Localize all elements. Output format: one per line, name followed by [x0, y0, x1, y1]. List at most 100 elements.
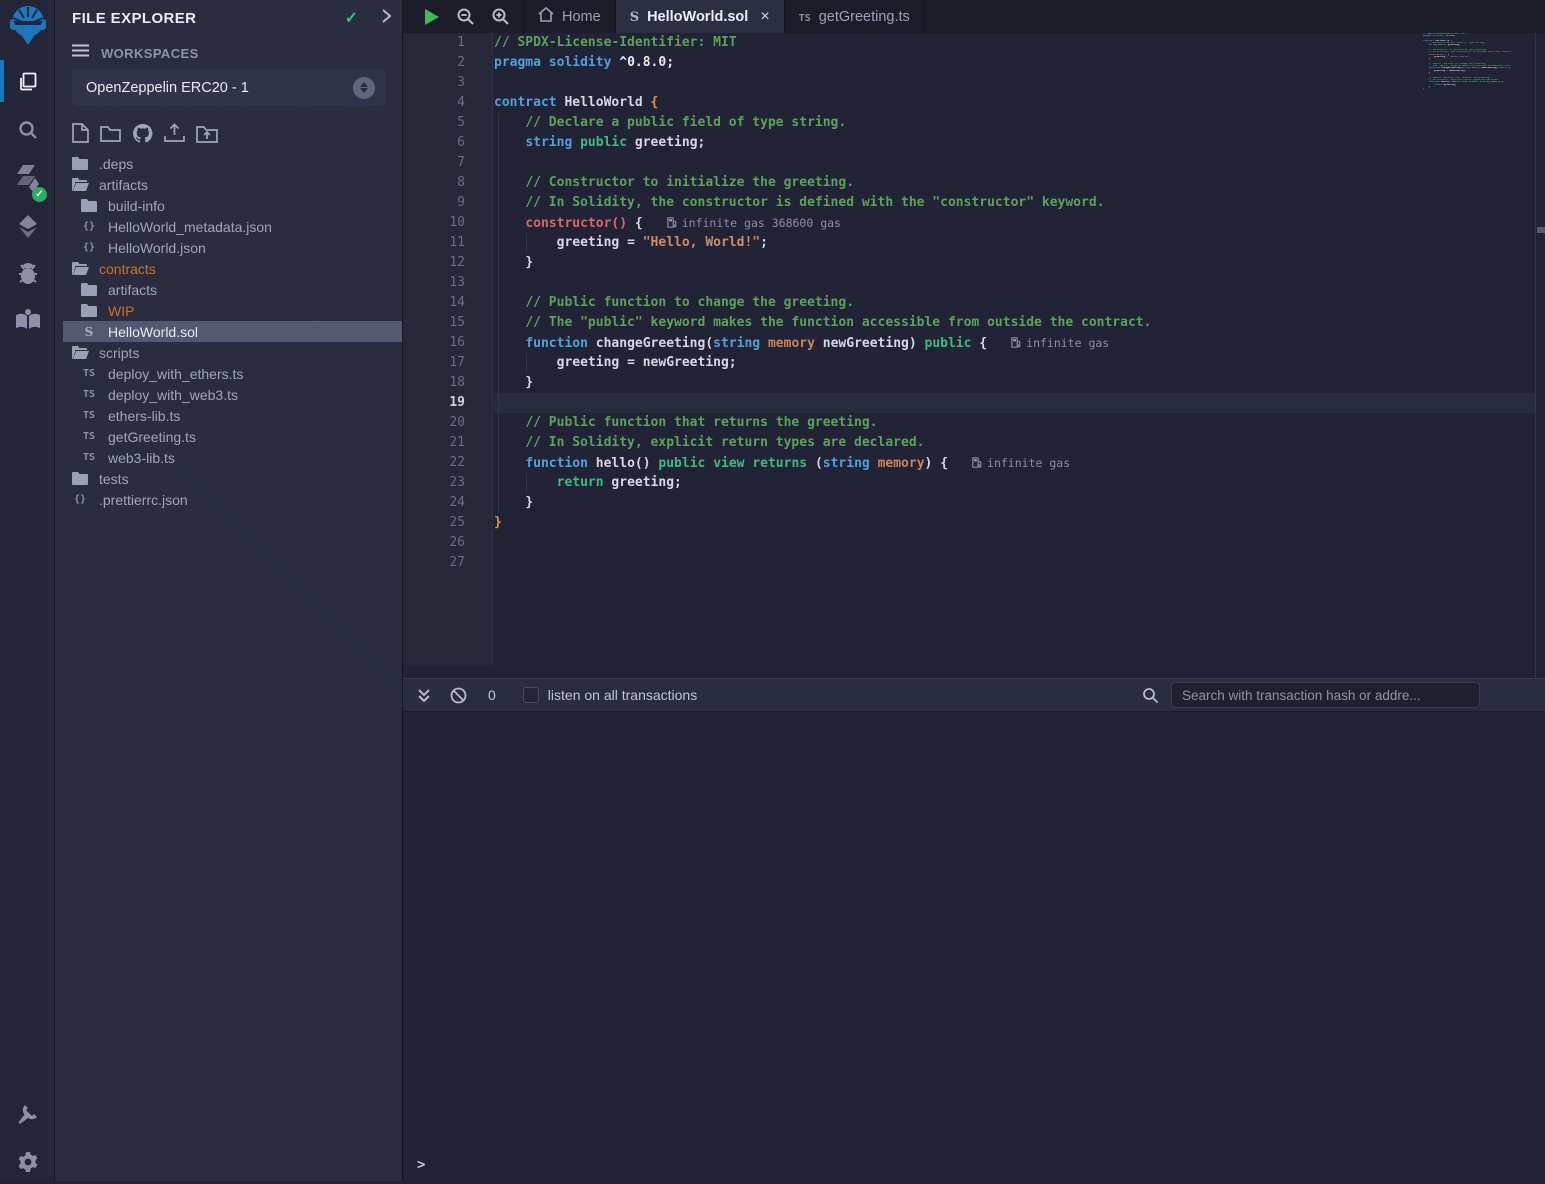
code-line-20[interactable]: // Public function that returns the gree…: [494, 413, 1535, 433]
workspace-selected-value: OpenZeppelin ERC20 - 1: [86, 80, 353, 96]
code-line-22[interactable]: function hello() public view returns (st…: [494, 453, 1535, 473]
hamburger-menu-icon[interactable]: [72, 44, 89, 62]
code-line-2[interactable]: pragma solidity ^0.8.0;: [494, 53, 1535, 73]
code-line-25[interactable]: }: [494, 513, 1535, 533]
tree-item-web3-lib.ts[interactable]: TSweb3-lib.ts: [55, 447, 402, 468]
code-line-24[interactable]: }: [494, 493, 1535, 513]
code-line-8[interactable]: // Constructor to initialize the greetin…: [494, 173, 1535, 193]
code-line-9[interactable]: // In Solidity, the constructor is defin…: [494, 193, 1535, 213]
upload-folder-icon[interactable]: [196, 122, 218, 144]
tree-item-label: HelloWorld.json: [108, 240, 206, 256]
code-line-27[interactable]: [494, 553, 1535, 573]
listen-transactions-checkbox[interactable]: [523, 687, 539, 703]
editor-scrollbar[interactable]: [1535, 33, 1545, 678]
terminal-search-icon[interactable]: [1142, 687, 1159, 704]
new-file-icon[interactable]: [72, 122, 89, 144]
folder-open-icon: [71, 262, 89, 275]
transaction-search-input[interactable]: [1171, 682, 1480, 708]
tree-item-deploy_with_ethers.ts[interactable]: TSdeploy_with_ethers.ts: [55, 363, 402, 384]
json-icon: {}: [80, 242, 98, 253]
code-line-12[interactable]: }: [494, 253, 1535, 273]
tab-Home[interactable]: Home: [523, 0, 616, 33]
tab-getGreeting.ts[interactable]: TSgetGreeting.ts: [785, 0, 925, 33]
remix-logo-icon[interactable]: [0, 2, 55, 50]
folder-icon: [80, 283, 98, 296]
gas-estimate-ghost: infinite gas: [1011, 336, 1109, 350]
code-line-10[interactable]: constructor() {infinite gas 368600 gas: [494, 213, 1535, 233]
code-line-17[interactable]: greeting = newGreeting;: [494, 353, 1535, 373]
tree-item-tests[interactable]: tests: [55, 468, 402, 489]
tree-item-.deps[interactable]: .deps: [55, 153, 402, 174]
code-editor[interactable]: 1234567891011121314151617181920212223242…: [403, 33, 1545, 678]
ts-icon: TS: [80, 410, 98, 421]
code-line-19[interactable]: [494, 393, 1535, 413]
code-line-4[interactable]: contract HelloWorld {: [494, 93, 1535, 113]
line-number: 17: [403, 353, 492, 373]
folder-icon: [71, 472, 89, 485]
code-line-16[interactable]: function changeGreeting(string memory ne…: [494, 333, 1535, 353]
chevron-right-icon[interactable]: [380, 9, 392, 27]
terminal-prompt: >: [417, 1157, 425, 1173]
workspaces-label: WORKSPACES: [101, 46, 199, 61]
zoom-in-icon[interactable]: [491, 7, 510, 26]
new-folder-icon[interactable]: [100, 122, 121, 144]
ts-icon: TS: [80, 389, 98, 400]
tree-item-label: getGreeting.ts: [108, 429, 196, 445]
line-number: 15: [403, 313, 492, 333]
close-tab-icon[interactable]: ×: [760, 8, 769, 26]
tree-item-WIP[interactable]: WIP: [55, 300, 402, 321]
file-explorer-icon[interactable]: [0, 60, 55, 104]
tree-item-getGreeting.ts[interactable]: TSgetGreeting.ts: [55, 426, 402, 447]
code-line-1[interactable]: // SPDX-License-Identifier: MIT: [494, 33, 1535, 53]
code-line-18[interactable]: }: [494, 373, 1535, 393]
code-line-23[interactable]: return greeting;: [494, 473, 1535, 493]
code-line-6[interactable]: string public greeting;: [494, 133, 1535, 153]
remix-ide-app: ✓: [0, 0, 1545, 1181]
tree-item-.prettierrc.json[interactable]: {}.prettierrc.json: [55, 489, 402, 510]
code-line-15[interactable]: // The "public" keyword makes the functi…: [494, 313, 1535, 333]
tree-item-contracts[interactable]: contracts: [55, 258, 402, 279]
plugin-manager-icon[interactable]: [0, 1092, 55, 1136]
learneth-icon[interactable]: [0, 297, 55, 341]
workspace-select[interactable]: OpenZeppelin ERC20 - 1: [72, 69, 385, 106]
upload-file-icon[interactable]: [164, 122, 185, 144]
tree-item-label: .prettierrc.json: [99, 492, 188, 508]
deploy-and-run-icon[interactable]: [0, 204, 55, 248]
settings-gear-icon[interactable]: [0, 1140, 55, 1184]
tab-HelloWorld.sol[interactable]: SHelloWorld.sol×: [616, 0, 785, 33]
tree-item-HelloWorld.json[interactable]: {} HelloWorld.json: [55, 237, 402, 258]
code-content[interactable]: // SPDX-License-Identifier: MITpragma so…: [494, 33, 1535, 665]
code-line-14[interactable]: // Public function to change the greetin…: [494, 293, 1535, 313]
tree-item-HelloWorld.sol[interactable]: SHelloWorld.sol: [63, 321, 402, 342]
tree-item-ethers-lib.ts[interactable]: TSethers-lib.ts: [55, 405, 402, 426]
code-line-21[interactable]: // In Solidity, explicit return types ar…: [494, 433, 1535, 453]
tree-item-HelloWorld_metadata.json[interactable]: {}HelloWorld_metadata.json: [55, 216, 402, 237]
editor-minimap[interactable]: // SPDX-License-Identifier: MITpragma so…: [1423, 33, 1511, 95]
tree-item-artifacts[interactable]: artifacts: [55, 279, 402, 300]
code-line-5[interactable]: // Declare a public field of type string…: [494, 113, 1535, 133]
code-line-11[interactable]: greeting = "Hello, World!";: [494, 233, 1535, 253]
code-line-13[interactable]: [494, 273, 1535, 293]
zoom-out-icon[interactable]: [456, 7, 475, 26]
solidity-compiler-icon[interactable]: ✓: [0, 156, 55, 200]
code-line-7[interactable]: [494, 153, 1535, 173]
terminal-output[interactable]: >: [403, 712, 1545, 1181]
file-actions-toolbar: [72, 122, 218, 144]
sol-file-icon: S: [630, 9, 639, 25]
expand-terminal-icon[interactable]: [417, 688, 431, 703]
scrollbar-handle[interactable]: [1537, 227, 1545, 233]
tree-item-artifacts[interactable]: artifacts: [55, 174, 402, 195]
search-icon[interactable]: [0, 108, 55, 152]
line-number: 18: [403, 373, 492, 393]
tree-item-scripts[interactable]: scripts: [55, 342, 402, 363]
clone-github-icon[interactable]: [132, 122, 153, 144]
line-number: 14: [403, 293, 492, 313]
tree-item-build-info[interactable]: build-info: [55, 195, 402, 216]
debugger-icon[interactable]: [0, 252, 55, 296]
run-script-play-icon[interactable]: [423, 8, 440, 26]
code-line-26[interactable]: [494, 533, 1535, 553]
clear-console-icon[interactable]: [450, 687, 467, 704]
tree-item-deploy_with_web3.ts[interactable]: TSdeploy_with_web3.ts: [55, 384, 402, 405]
code-line-3[interactable]: [494, 73, 1535, 93]
line-number: 11: [403, 233, 492, 253]
